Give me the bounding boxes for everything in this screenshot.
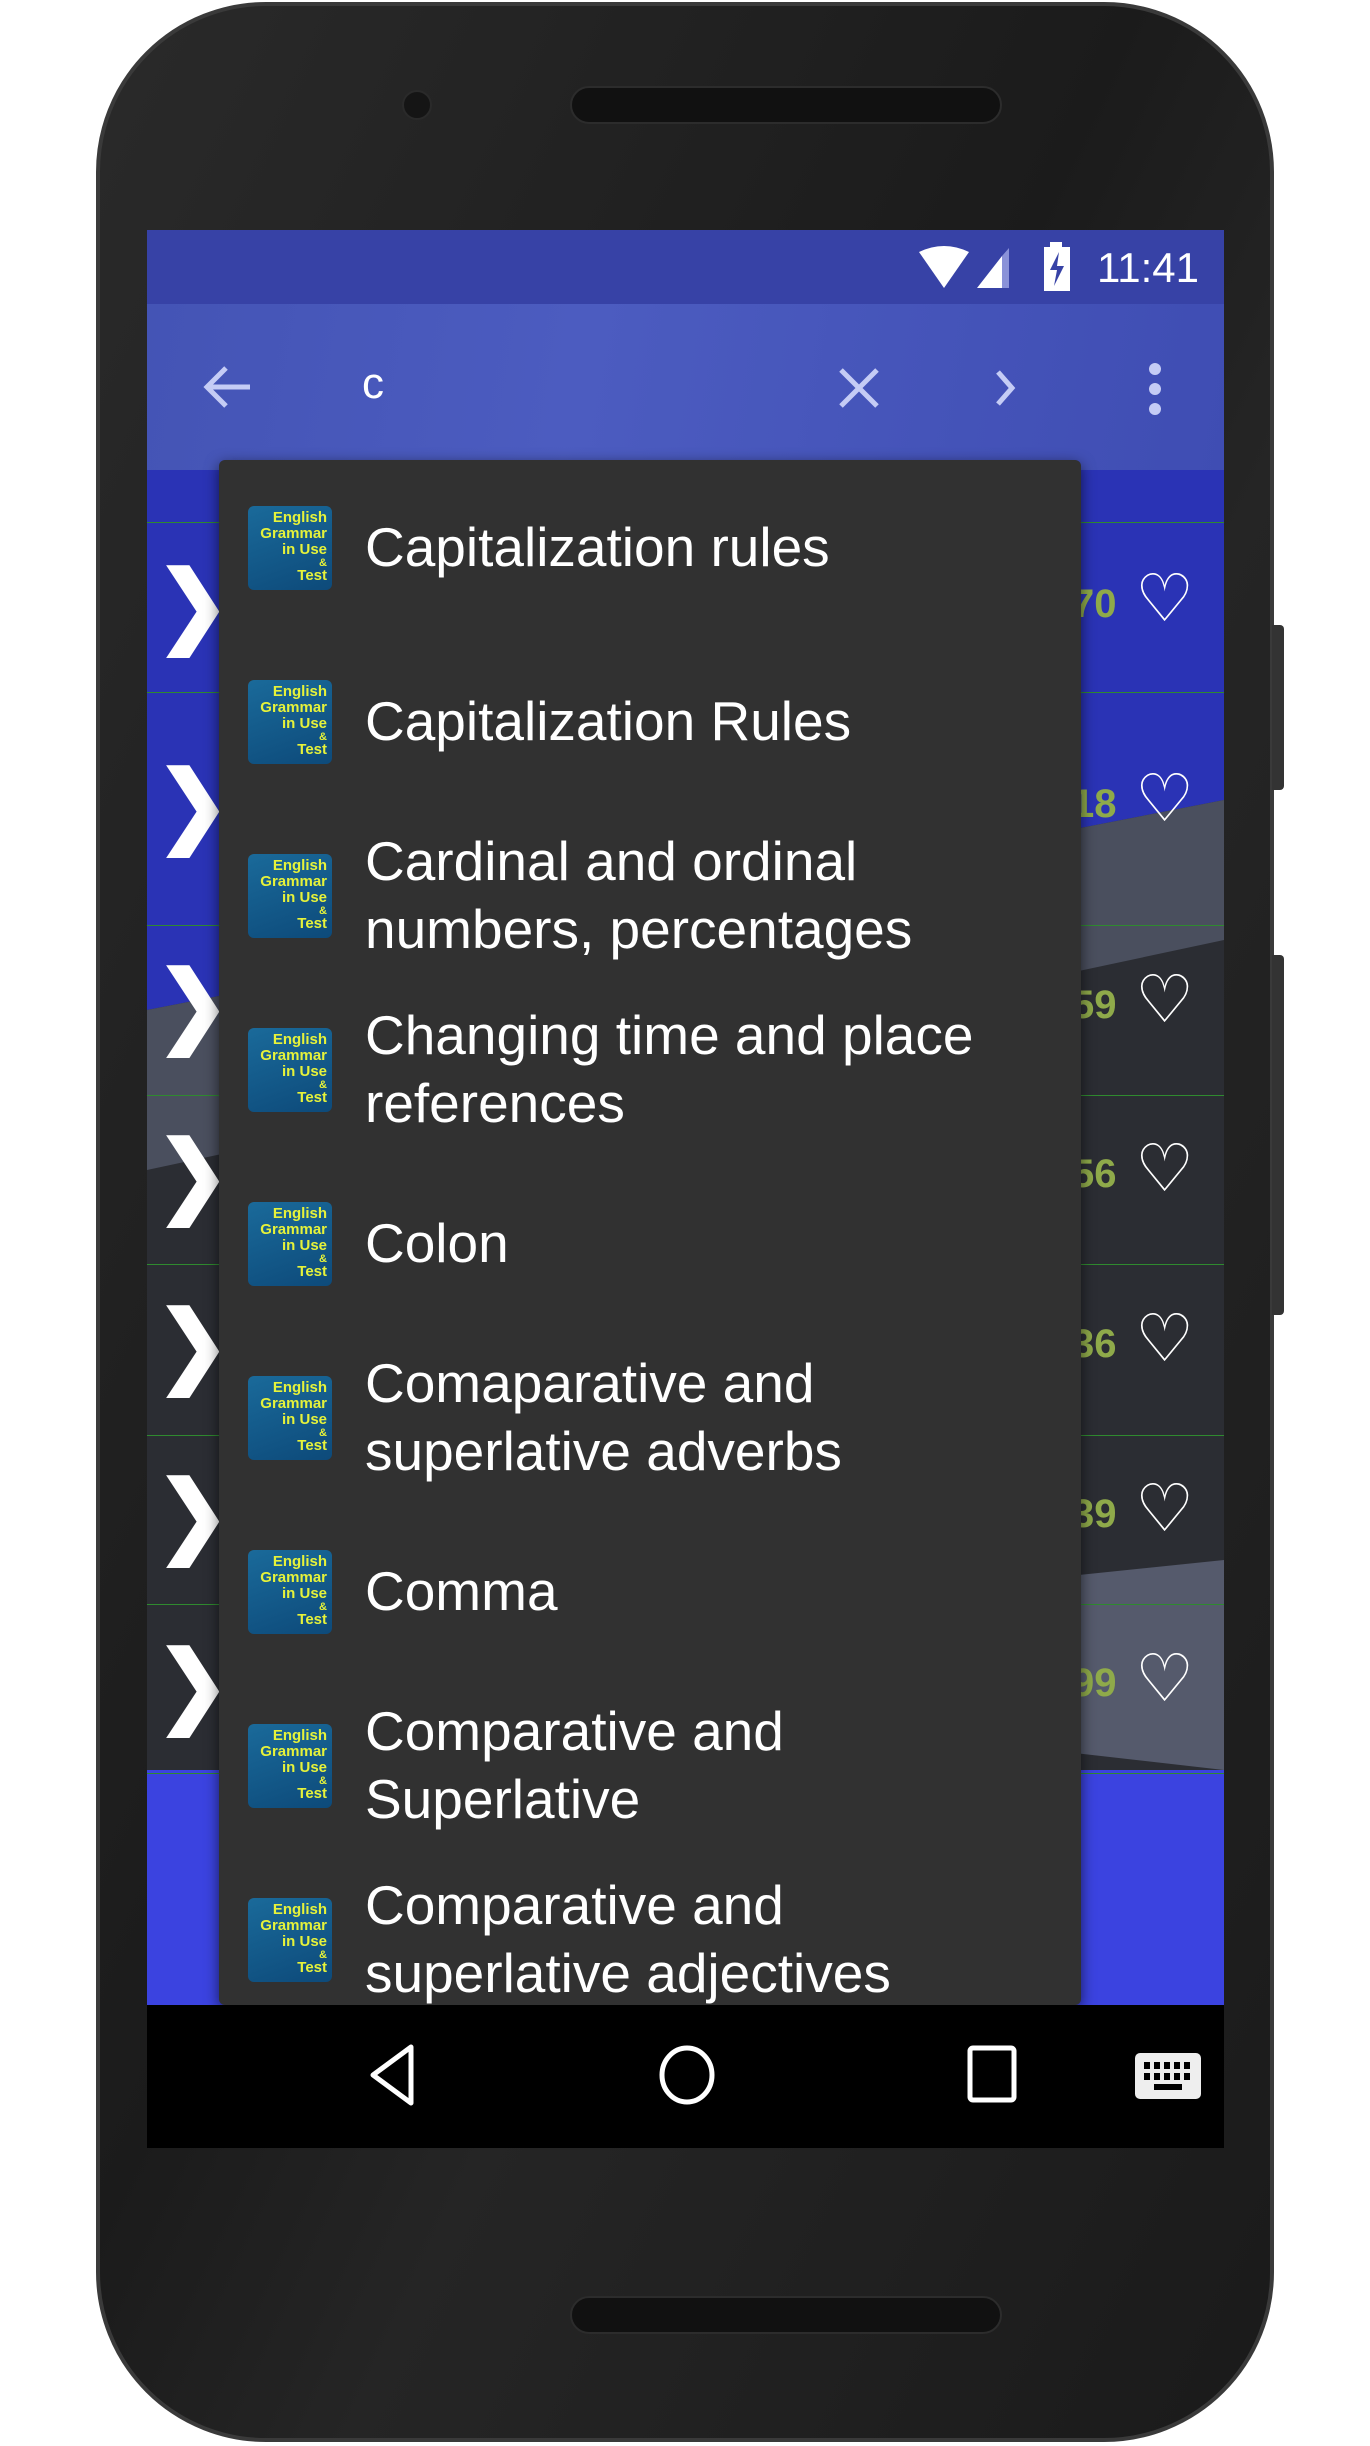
suggestion-item[interactable]: English Grammar in Use & Test Comparative an… [219,1852,1081,2005]
search-toolbar: c [147,304,1224,470]
suggestion-item[interactable]: English Grammar in Use & Test Capitalization… [219,634,1081,808]
suggestion-item[interactable]: English Grammar in Use & Test Comaparative a… [219,1330,1081,1504]
heart-icon[interactable]: ♡ [1135,565,1194,631]
suggestion-item[interactable]: English Grammar in Use & Test Changing time … [219,982,1081,1156]
suggestion-label: Comparative and superlative adjectives [365,1874,891,2004]
back-icon[interactable] [367,2043,417,2107]
home-icon[interactable] [657,2043,717,2107]
earpiece-speaker [570,86,1002,124]
app-logo-icon: English Grammar in Use & Test [248,1550,332,1634]
app-logo-icon: English Grammar in Use & Test [248,1202,332,1286]
app-logo-icon: English Grammar in Use & Test [248,854,332,938]
power-button [1272,625,1284,790]
status-bar: 11:41 [147,230,1224,304]
heart-icon[interactable]: ♡ [1135,1305,1194,1371]
keyboard-icon[interactable] [1135,2053,1201,2103]
front-camera [402,90,432,120]
app-logo-icon: English Grammar in Use & Test [248,680,332,764]
suggestion-label: Comma [365,1560,558,1622]
search-suggestions-dropdown: English Grammar in Use & Test Capitalization… [219,460,1081,2005]
heart-icon[interactable]: ♡ [1135,1135,1194,1201]
suggestion-item[interactable]: English Grammar in Use & Test Comma [219,1504,1081,1678]
suggestion-label: Cardinal and ordinal numbers, percentage… [365,830,913,960]
heart-icon[interactable]: ♡ [1135,765,1194,831]
screen: 11:41 c ❯ 70 ♡ ❯ 18 ♡ ❯ 59 ♡ ❯ 56 ♡ ❯ 36 ♡ ❯ 39 ♡ ❯ 9… [147,230,1224,2148]
app-logo-icon: English Grammar in Use & Test [248,1376,332,1460]
app-logo-icon: English Grammar in Use & Test [248,1028,332,1112]
volume-button [1272,955,1284,1315]
app-logo-icon: English Grammar in Use & Test [248,506,332,590]
recents-icon[interactable] [965,2043,1019,2107]
app-logo-icon: English Grammar in Use & Test [248,1898,332,1982]
suggestion-label: Comaparative and superlative adverbs [365,1352,842,1482]
suggestion-label: Capitalization rules [365,516,830,578]
heart-icon[interactable]: ♡ [1135,1475,1194,1541]
suggestion-item[interactable]: English Grammar in Use & Test Cardinal and o… [219,808,1081,982]
navigation-bar [147,2005,1224,2148]
suggestion-item[interactable]: English Grammar in Use & Test Colon [219,1156,1081,1330]
heart-icon[interactable]: ♡ [1135,1645,1194,1711]
suggestion-item[interactable]: English Grammar in Use & Test Capitalization… [219,460,1081,634]
wifi-signal-icons [919,246,1009,288]
search-input[interactable]: c [362,359,384,409]
heart-icon[interactable]: ♡ [1135,966,1194,1032]
suggestion-item[interactable]: English Grammar in Use & Test Comparative an… [219,1678,1081,1852]
suggestion-label: Changing time and place references [365,1004,974,1134]
forward-icon[interactable] [990,366,1020,410]
bottom-speaker [570,2296,1002,2334]
suggestion-label: Comparative and Superlative [365,1700,784,1830]
battery-charging-icon [1044,242,1070,291]
app-logo-icon: English Grammar in Use & Test [248,1724,332,1808]
clock: 11:41 [1097,244,1199,291]
clear-icon[interactable] [837,366,881,410]
overflow-menu-icon[interactable] [1147,362,1163,416]
suggestion-label: Capitalization Rules [365,690,852,752]
back-arrow-icon[interactable] [202,362,252,412]
suggestion-label: Colon [365,1212,509,1274]
